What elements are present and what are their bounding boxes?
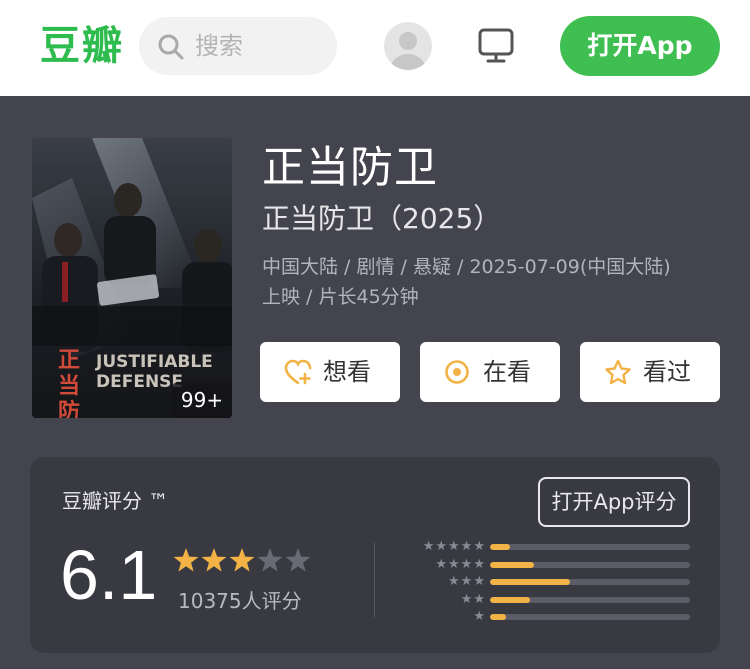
star-filled-icon bbox=[201, 548, 227, 572]
movie-meta-line1: 中国大陆 / 剧情 / 悬疑 / 2025-07-09(中国大陆) bbox=[262, 256, 671, 278]
movie-title: 正当防卫 bbox=[262, 143, 438, 193]
distribution-stars-label: ★★★★★ bbox=[422, 539, 486, 554]
distribution-bar-fill bbox=[490, 614, 506, 620]
distribution-stars-label: ★★★★ bbox=[435, 556, 486, 572]
distribution-bar-track bbox=[490, 544, 690, 550]
watching-label: 在看 bbox=[483, 358, 531, 386]
distribution-stars-label: ★★ bbox=[460, 591, 486, 607]
search-placeholder: 搜索 bbox=[195, 32, 243, 60]
rating-distribution-row: ★ bbox=[402, 609, 702, 625]
rating-distribution-row: ★★ bbox=[402, 591, 702, 608]
distribution-bar-track bbox=[490, 579, 690, 585]
star-filled-icon bbox=[229, 548, 255, 572]
poster-image-count: 99+ bbox=[172, 382, 232, 418]
rating-count: 10375人评分 bbox=[178, 589, 302, 613]
want-to-watch-button[interactable]: 想看 bbox=[260, 342, 400, 402]
rating-stars bbox=[173, 548, 311, 572]
rating-card: 豆瓣评分 ™ 打开App评分 6.1 10375人评分 ★★★★★ ★★★★ ★★★… bbox=[30, 457, 720, 653]
user-avatar[interactable] bbox=[384, 22, 432, 70]
rating-score: 6.1 bbox=[60, 536, 158, 614]
movie-detail: 正当防卫 JUSTIFIABLE DEFENSE 99+ 正当防卫 正当防卫（2… bbox=[0, 96, 750, 669]
star-empty-icon bbox=[285, 548, 311, 572]
watched-button[interactable]: 看过 bbox=[580, 342, 720, 402]
distribution-bar-fill bbox=[490, 596, 530, 603]
user-icon bbox=[391, 32, 425, 70]
star-filled-icon bbox=[173, 548, 199, 572]
open-app-rate-button[interactable]: 打开App评分 bbox=[538, 477, 690, 527]
open-app-button[interactable]: 打开App bbox=[560, 16, 720, 76]
watched-label: 看过 bbox=[643, 358, 691, 386]
target-icon bbox=[445, 360, 469, 384]
search-icon bbox=[158, 34, 184, 60]
douban-logo[interactable]: 豆瓣 bbox=[40, 22, 124, 70]
poster-en-line1: JUSTIFIABLE bbox=[96, 352, 213, 372]
monitor-icon[interactable] bbox=[476, 26, 516, 66]
rating-distribution-row: ★★★ bbox=[402, 574, 702, 590]
star-outline-icon bbox=[605, 359, 631, 385]
top-bar: 豆瓣 搜索 打开App bbox=[0, 0, 750, 96]
rating-title: 豆瓣评分 ™ bbox=[62, 489, 169, 513]
movie-meta-line2: 上映 / 片长45分钟 bbox=[262, 286, 419, 308]
distribution-bar-fill bbox=[490, 561, 534, 568]
distribution-stars-label: ★ bbox=[473, 609, 486, 624]
star-empty-icon bbox=[257, 548, 283, 572]
distribution-bar-track bbox=[490, 614, 690, 620]
rating-divider bbox=[374, 543, 375, 617]
rating-distribution-row: ★★★★★ bbox=[402, 539, 702, 555]
distribution-stars-label: ★★★ bbox=[448, 574, 486, 589]
distribution-bar-fill bbox=[490, 544, 510, 550]
movie-meta: 中国大陆 / 剧情 / 悬疑 / 2025-07-09(中国大陆) 上映 / 片… bbox=[262, 252, 732, 312]
distribution-bar-fill bbox=[490, 579, 570, 585]
movie-subtitle: 正当防卫（2025） bbox=[262, 202, 502, 235]
distribution-bar-track bbox=[490, 561, 690, 568]
watching-button[interactable]: 在看 bbox=[420, 342, 560, 402]
heart-plus-icon bbox=[284, 359, 312, 385]
want-to-watch-label: 想看 bbox=[323, 358, 371, 386]
poster-cn-title: 正当防卫 bbox=[58, 348, 81, 418]
movie-poster[interactable]: 正当防卫 JUSTIFIABLE DEFENSE 99+ bbox=[32, 138, 232, 418]
search-input[interactable]: 搜索 bbox=[139, 17, 337, 75]
rating-distribution-row: ★★★★ bbox=[402, 556, 702, 573]
distribution-bar-track bbox=[490, 596, 690, 603]
